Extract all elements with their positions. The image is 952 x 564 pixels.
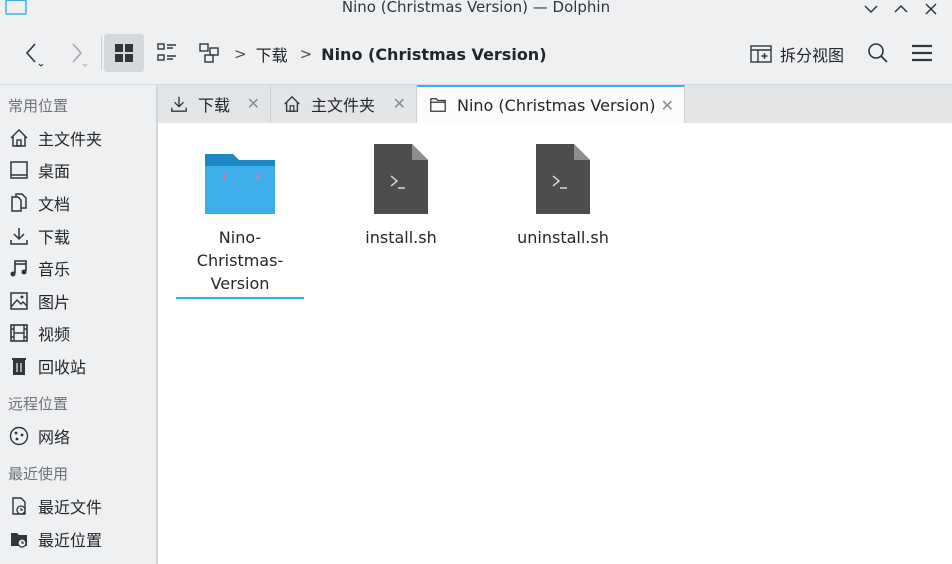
file-name-line: Nino-Christmas-: [196, 228, 284, 270]
file-item-install-sh[interactable]: install.sh: [337, 136, 465, 249]
tab-bar: 下载 ✕ 主文件夹 ✕ Nino (Christmas Version) ✕: [158, 85, 952, 123]
split-view-button[interactable]: 拆分视图: [750, 42, 844, 66]
back-button[interactable]: [14, 34, 52, 72]
menu-button[interactable]: [906, 34, 938, 72]
sidebar-item-downloads[interactable]: 下载: [8, 223, 70, 249]
sidebar-item-label: 文档: [38, 195, 71, 214]
tab-label: 主文件夹: [311, 95, 376, 115]
file-item-folder[interactable]: Nino-Christmas- Version: [176, 136, 304, 299]
breadcrumb-separator-icon: >: [299, 45, 313, 63]
script-file-icon: [523, 136, 603, 216]
maximize-button[interactable]: [890, 0, 912, 19]
forward-button[interactable]: [58, 34, 96, 72]
sidebar-item-label: 最近文件: [38, 498, 103, 517]
script-file-icon: [361, 136, 441, 216]
chevron-left-icon: [25, 43, 44, 67]
recent-files-icon: [8, 495, 30, 517]
network-icon: [8, 425, 30, 447]
desktop-icon: [8, 159, 30, 181]
folder-icon: [429, 96, 447, 114]
tab-downloads[interactable]: 下载 ✕: [158, 85, 271, 122]
view-icons-icon: [115, 44, 133, 62]
tree-view-button[interactable]: [190, 34, 228, 72]
sidebar-item-recent-files[interactable]: 最近文件: [8, 493, 102, 519]
file-name: install.sh: [365, 228, 437, 247]
sidebar-item-label: 下载: [38, 228, 71, 247]
download-icon: [8, 225, 30, 247]
tab-current-folder[interactable]: Nino (Christmas Version) ✕: [417, 85, 685, 123]
documents-icon: [8, 192, 30, 214]
sidebar-item-home[interactable]: 主文件夹: [8, 125, 102, 151]
music-icon: [8, 257, 30, 279]
close-icon: [925, 3, 937, 15]
view-details-icon: [157, 43, 176, 61]
sidebar-item-label: 视频: [38, 325, 71, 344]
minimize-button[interactable]: [860, 0, 882, 19]
sidebar-item-music[interactable]: 音乐: [8, 255, 70, 281]
section-title-remote: 远程位置: [8, 395, 69, 413]
file-view[interactable]: Nino-Christmas- Version install.sh unins…: [158, 123, 952, 564]
file-name-line: Version: [210, 274, 270, 293]
file-item-uninstall-sh[interactable]: uninstall.sh: [499, 136, 627, 249]
hamburger-menu-icon: [912, 44, 932, 62]
close-tab-icon[interactable]: ✕: [661, 96, 674, 115]
close-tab-icon[interactable]: ✕: [247, 94, 260, 113]
selection-indicator: [176, 297, 304, 299]
breadcrumb-item-current[interactable]: Nino (Christmas Version): [321, 45, 546, 64]
home-icon: [8, 127, 30, 149]
search-icon: [868, 43, 888, 63]
close-window-button[interactable]: [920, 0, 942, 19]
sidebar-item-label: 主文件夹: [38, 130, 103, 149]
sidebar-item-label: 最近位置: [38, 531, 103, 550]
recent-locations-icon: [8, 528, 30, 550]
toolbar-separator: [101, 36, 102, 70]
view-tree-icon: [199, 43, 219, 63]
sidebar-item-desktop[interactable]: 桌面: [8, 157, 70, 183]
window-title: Nino (Christmas Version) — Dolphin: [341, 0, 611, 16]
sidebar-item-label: 图片: [38, 293, 71, 312]
section-title-places: 常用位置: [8, 97, 69, 115]
main-toolbar: > 下载 > Nino (Christmas Version) 拆分视图: [0, 20, 952, 84]
sidebar-item-trash[interactable]: 回收站: [8, 353, 86, 379]
download-icon: [170, 95, 188, 113]
chevron-down-icon: [864, 5, 878, 14]
tab-label: 下载: [198, 95, 231, 115]
sidebar-item-videos[interactable]: 视频: [8, 320, 70, 346]
sidebar-item-label: 回收站: [38, 358, 87, 377]
places-panel: 常用位置 主文件夹 桌面 文档 下载 音乐 图片 视频 回收站 远程位置 网络 …: [0, 85, 156, 564]
file-name: uninstall.sh: [517, 228, 609, 247]
breadcrumb-separator-icon: >: [234, 45, 247, 63]
sidebar-item-documents[interactable]: 文档: [8, 190, 70, 216]
chevron-right-icon: [72, 43, 88, 67]
split-view-label: 拆分视图: [780, 46, 845, 65]
breadcrumb: > 下载 > Nino (Christmas Version): [234, 42, 559, 66]
sidebar-item-label: 网络: [38, 428, 71, 447]
home-icon: [283, 95, 301, 113]
search-button[interactable]: [862, 34, 894, 72]
icons-view-button[interactable]: [104, 34, 144, 72]
folder-icon: [200, 136, 280, 216]
sidebar-item-pictures[interactable]: 图片: [8, 288, 70, 314]
sidebar-item-network[interactable]: 网络: [8, 423, 70, 449]
sidebar-item-label: 音乐: [38, 260, 71, 279]
sidebar-item-label: 桌面: [38, 162, 71, 181]
tab-home[interactable]: 主文件夹 ✕: [271, 85, 417, 122]
trash-icon: [8, 355, 30, 377]
chevron-up-icon: [894, 4, 908, 13]
split-view-icon: [750, 45, 772, 63]
close-tab-icon[interactable]: ✕: [393, 94, 406, 113]
breadcrumb-item-downloads[interactable]: 下载: [256, 42, 288, 66]
videos-icon: [8, 322, 30, 344]
section-title-recent: 最近使用: [8, 465, 69, 483]
pictures-icon: [8, 290, 30, 312]
file-name: Nino-Christmas- Version: [176, 226, 304, 295]
title-bar: Nino (Christmas Version) — Dolphin: [0, 0, 952, 20]
details-view-button[interactable]: [148, 34, 186, 72]
tab-label: Nino (Christmas Version): [457, 95, 656, 115]
sidebar-item-recent-locations[interactable]: 最近位置: [8, 526, 102, 552]
